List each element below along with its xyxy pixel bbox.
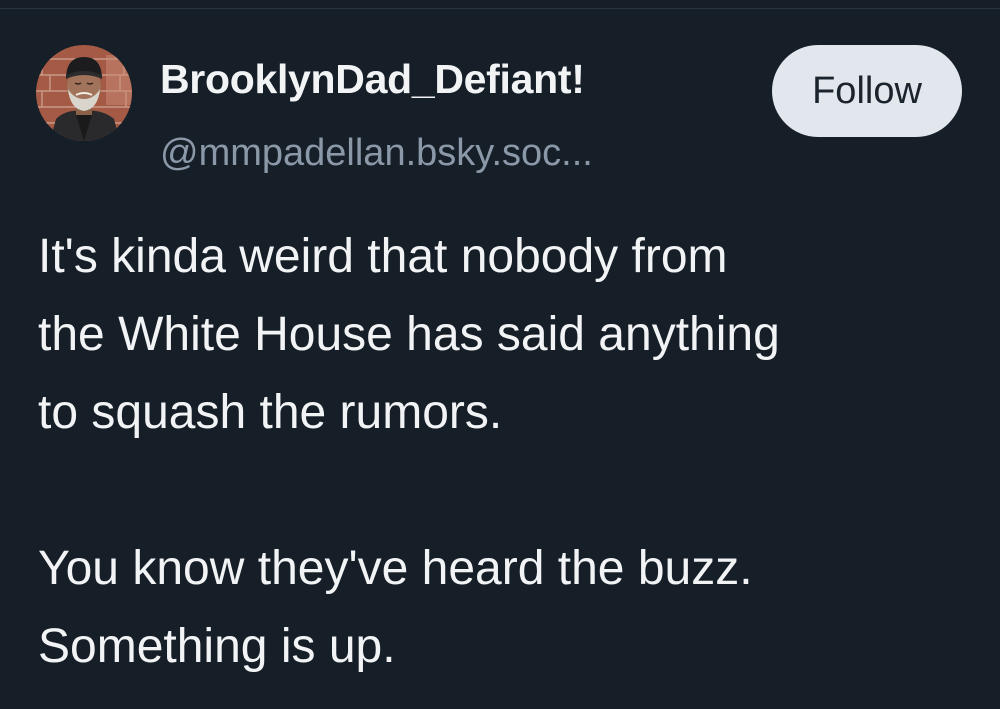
post-text-line: You know they've heard the buzz. — [38, 542, 753, 595]
avatar[interactable] — [36, 45, 132, 141]
follow-button[interactable]: Follow — [772, 45, 962, 137]
post-text-line: the White House has said anything — [38, 308, 780, 361]
post-text-line: It's kinda weird that nobody from — [38, 230, 728, 283]
avatar-photo-icon — [36, 45, 132, 141]
author-display-name[interactable]: BrooklynDad_Defiant! — [160, 56, 585, 103]
post-card: BrooklynDad_Defiant! @mmpadellan.bsky.so… — [0, 0, 1000, 709]
author-handle[interactable]: @mmpadellan.bsky.soc... — [160, 132, 593, 175]
post-text: It's kinda weird that nobody from the Wh… — [38, 218, 988, 686]
post-text-line: to squash the rumors. — [38, 386, 503, 439]
post-text-line: Something is up. — [38, 620, 396, 673]
